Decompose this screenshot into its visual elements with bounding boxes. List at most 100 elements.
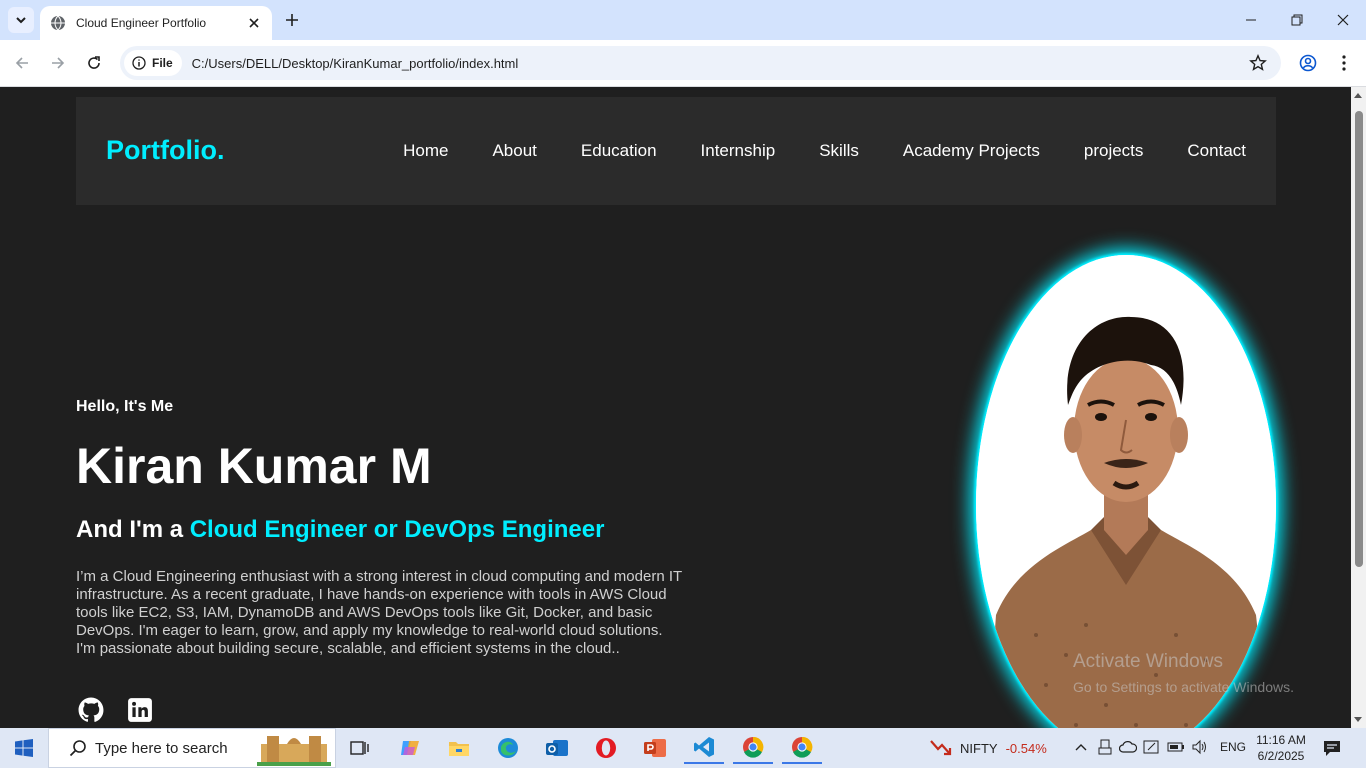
- page-scrollbar[interactable]: [1351, 87, 1366, 728]
- browser-tab-active[interactable]: Cloud Engineer Portfolio: [40, 6, 272, 40]
- input-language[interactable]: ENG: [1220, 740, 1246, 754]
- nav-internship[interactable]: Internship: [701, 141, 776, 161]
- watermark-subtitle: Go to Settings to activate Windows.: [1073, 679, 1294, 695]
- reload-button[interactable]: [83, 52, 105, 74]
- network-warning-icon[interactable]: [1143, 738, 1161, 756]
- scroll-down-arrow[interactable]: [1354, 717, 1362, 722]
- vscode-button[interactable]: [684, 732, 724, 764]
- nav-home[interactable]: Home: [403, 141, 448, 161]
- restore-icon: [1291, 14, 1303, 26]
- nav-skills[interactable]: Skills: [819, 141, 859, 161]
- menu-button[interactable]: [1333, 52, 1355, 74]
- vscode-icon: [693, 736, 715, 758]
- volume-icon[interactable]: [1191, 738, 1209, 756]
- browser-tab-bar: Cloud Engineer Portfolio: [0, 0, 1366, 40]
- outlook-button[interactable]: [537, 732, 577, 764]
- profile-button[interactable]: [1297, 52, 1319, 74]
- taskbar-clock[interactable]: 11:16 AM 6/2/2025: [1252, 732, 1310, 764]
- kebab-menu-icon: [1342, 55, 1346, 71]
- task-view-icon: [350, 739, 370, 757]
- search-icon: [69, 739, 87, 757]
- chrome-button[interactable]: [733, 732, 773, 764]
- hero-greeting: Hello, It's Me: [76, 398, 174, 415]
- trend-down-icon: [930, 738, 952, 758]
- back-button[interactable]: [11, 52, 33, 74]
- nav-projects[interactable]: projects: [1084, 141, 1144, 161]
- clock-time: 11:16 AM: [1256, 733, 1306, 747]
- close-window-button[interactable]: [1320, 0, 1366, 40]
- arrow-left-icon: [14, 55, 30, 71]
- info-icon: [132, 56, 146, 70]
- globe-icon: [50, 15, 66, 31]
- nav-academy-projects[interactable]: Academy Projects: [903, 141, 1040, 161]
- powerpoint-button[interactable]: [635, 732, 675, 764]
- site-header: Portfolio. Home About Education Internsh…: [76, 97, 1276, 205]
- task-view-button[interactable]: [340, 732, 380, 764]
- github-link[interactable]: [78, 697, 106, 725]
- windows-logo-icon: [15, 739, 33, 757]
- chrome-icon: [791, 736, 813, 758]
- browser-toolbar: File C:/Users/DELL/Desktop/KiranKumar_po…: [0, 40, 1366, 87]
- usb-device-icon[interactable]: [1096, 738, 1114, 756]
- arrow-right-icon: [50, 55, 66, 71]
- copilot-button[interactable]: [390, 732, 430, 764]
- bookmark-star-icon[interactable]: [1249, 54, 1267, 72]
- copilot-icon: [399, 737, 421, 759]
- ticker-name: NIFTY: [960, 740, 998, 756]
- watermark-title: Activate Windows: [1073, 651, 1223, 672]
- role-accent: Cloud Engineer or DevOps Engineer: [189, 516, 605, 543]
- clock-date: 6/2/2025: [1257, 749, 1305, 763]
- restore-button[interactable]: [1274, 0, 1320, 40]
- powerpoint-icon: [643, 737, 667, 759]
- nav-about[interactable]: About: [492, 141, 536, 161]
- scroll-thumb[interactable]: [1355, 111, 1363, 567]
- ticker-change: -0.54%: [1005, 740, 1047, 756]
- nav-education[interactable]: Education: [581, 141, 657, 161]
- tab-title: Cloud Engineer Portfolio: [76, 16, 207, 30]
- new-tab-icon[interactable]: [282, 10, 302, 30]
- linkedin-icon: [127, 697, 155, 723]
- activate-windows-watermark: Activate Windows Go to Settings to activ…: [1073, 651, 1294, 695]
- forward-button[interactable]: [47, 52, 69, 74]
- hero-role: And I'm a Cloud Engineer or DevOps Engin…: [76, 516, 604, 544]
- profile-icon: [1299, 54, 1317, 72]
- file-explorer-button[interactable]: [439, 732, 479, 764]
- reload-icon: [86, 55, 102, 71]
- windows-taskbar: Type here to search NIFTY -0.54% ENG 11:…: [0, 728, 1366, 768]
- close-icon: [1337, 14, 1349, 26]
- taskbar-search[interactable]: Type here to search: [48, 728, 336, 768]
- close-tab-icon[interactable]: [246, 15, 262, 31]
- search-highlight-icon: [257, 730, 331, 766]
- show-hidden-icons-chevron[interactable]: [1072, 738, 1090, 756]
- chrome-window-button[interactable]: [782, 732, 822, 764]
- role-prefix: And I'm a: [76, 516, 190, 543]
- tab-search-button[interactable]: [8, 7, 34, 33]
- main-nav: Home About Education Internship Skills A…: [359, 141, 1246, 161]
- chip-label: File: [152, 56, 173, 70]
- site-logo[interactable]: Portfolio.: [106, 135, 224, 166]
- stock-ticker-widget[interactable]: NIFTY -0.54%: [930, 728, 1047, 768]
- start-button[interactable]: [0, 728, 48, 768]
- page-viewport: Portfolio. Home About Education Internsh…: [0, 87, 1351, 728]
- url-text[interactable]: C:/Users/DELL/Desktop/KiranKumar_portfol…: [192, 56, 519, 71]
- minimize-button[interactable]: [1228, 0, 1274, 40]
- hero-bio: I’m a Cloud Engineering enthusiast with …: [76, 568, 682, 657]
- notification-center-icon[interactable]: [1322, 738, 1342, 758]
- hero-name: Kiran Kumar M: [76, 438, 432, 494]
- edge-button[interactable]: [488, 732, 528, 764]
- address-bar[interactable]: File C:/Users/DELL/Desktop/KiranKumar_po…: [120, 46, 1281, 80]
- scroll-up-arrow[interactable]: [1354, 93, 1362, 98]
- chevron-down-icon: [15, 14, 27, 26]
- folder-icon: [448, 738, 470, 758]
- taskbar-search-placeholder: Type here to search: [95, 739, 228, 757]
- nav-contact[interactable]: Contact: [1187, 141, 1246, 161]
- github-icon: [78, 697, 106, 723]
- edge-browser-icon: [497, 737, 519, 759]
- linkedin-link[interactable]: [127, 697, 155, 725]
- outlook-icon: [545, 737, 569, 759]
- cloud-sync-icon[interactable]: [1119, 738, 1137, 756]
- site-info-chip[interactable]: File: [124, 50, 182, 76]
- chrome-icon: [742, 736, 764, 758]
- battery-icon[interactable]: [1167, 738, 1185, 756]
- opera-button[interactable]: [586, 732, 626, 764]
